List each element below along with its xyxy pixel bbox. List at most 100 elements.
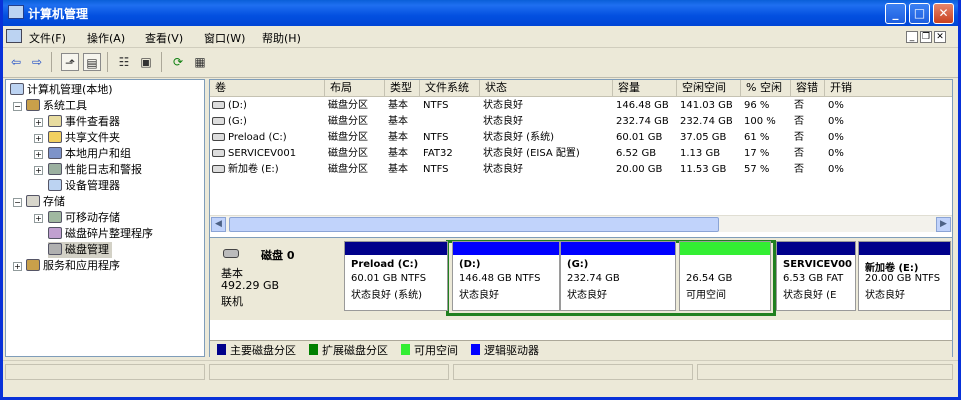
legend-primary-partition: 主要磁盘分区 (217, 344, 296, 357)
cell-overhead: 0% (828, 132, 844, 143)
maximize-button[interactable]: □ (909, 3, 930, 24)
partition-d[interactable]: (D:) 146.48 GB NTFS 状态良好 (452, 241, 560, 311)
status-segment (5, 364, 205, 380)
partition-status: 状态良好 (系统) (351, 290, 422, 301)
table-row[interactable]: (G:) 磁盘分区 基本 状态良好 232.74 GB 232.74 GB 100 % 否 0% (210, 114, 952, 130)
column-header-capacity[interactable]: 容量 (613, 80, 677, 97)
cell-volume: 新加卷 (E:) (210, 162, 325, 178)
column-header-filesystem[interactable]: 文件系统 (420, 80, 480, 97)
expand-local-users-icon[interactable]: + (34, 150, 43, 159)
table-row[interactable]: 新加卷 (E:) 磁盘分区 基本 NTFS 状态良好 20.00 GB 11.53 GB 57… (210, 162, 952, 178)
show-hide-tree-icon[interactable]: ▤ (83, 53, 101, 71)
title-bar[interactable]: 计算机管理 _ □ ✕ (3, 0, 958, 26)
partition-color-bar (777, 242, 855, 255)
performance-icon (48, 163, 62, 175)
mdi-minimize-button[interactable]: _ (906, 31, 918, 43)
up-folder-icon[interactable]: ⬏ (61, 53, 79, 71)
menu-help[interactable]: 帮助(H) (262, 30, 301, 46)
menu-action[interactable]: 操作(A) (87, 30, 125, 46)
status-segment (209, 364, 449, 380)
expand-perf-logs-icon[interactable]: + (34, 166, 43, 175)
column-header-free-space[interactable]: 空闲空间 (677, 80, 741, 97)
status-segment (453, 364, 693, 380)
horizontal-scrollbar[interactable]: ◀ ▶ (210, 215, 952, 232)
column-header-status[interactable]: 状态 (480, 80, 613, 97)
storage-icon (26, 195, 40, 207)
partition-g[interactable]: (G:) 232.74 GB 状态良好 (560, 241, 676, 311)
tree-item-defrag[interactable]: 磁盘碎片整理程序 (48, 226, 153, 242)
scroll-right-button[interactable]: ▶ (936, 217, 951, 232)
scroll-left-button[interactable]: ◀ (211, 217, 226, 232)
device-manager-icon (48, 179, 62, 191)
removable-storage-icon (48, 211, 62, 223)
cell-type: 基本 (388, 132, 408, 143)
tree-item-root[interactable]: 计算机管理(本地) (10, 82, 113, 98)
expand-shared-folders-icon[interactable]: + (34, 134, 43, 143)
forward-arrow-icon[interactable]: ⇨ (28, 53, 46, 71)
cell-filesystem: NTFS (423, 164, 449, 175)
back-arrow-icon[interactable]: ⇦ (7, 53, 25, 71)
table-row[interactable]: SERVICEV001 磁盘分区 基本 FAT32 状态良好 (EISA 配置) 6.52… (210, 146, 952, 162)
partition-name: 新加卷 (E:) (865, 263, 919, 274)
scroll-thumb[interactable] (229, 217, 719, 232)
column-header-percent-free[interactable]: % 空闲 (741, 80, 791, 97)
expand-services-icon[interactable]: + (13, 262, 22, 271)
partition-e[interactable]: 新加卷 (E:) 20.00 GB NTFS 状态良好 (858, 241, 951, 311)
tree-item-disk-management[interactable]: 磁盘管理 (48, 242, 112, 258)
cell-status: 状态良好 (EISA 配置) (483, 148, 580, 159)
partition-status: 状态良好 (459, 290, 499, 301)
cell-filesystem: FAT32 (423, 148, 453, 159)
volume-list-header: 卷 布局 类型 文件系统 状态 容量 空闲空间 % 空闲 容错 开销 (210, 80, 952, 97)
tree-item-shared-folders[interactable]: 共享文件夹 (48, 130, 120, 146)
column-header-fault-tolerance[interactable]: 容错 (791, 80, 825, 97)
menu-view[interactable]: 查看(V) (145, 30, 183, 46)
mdi-restore-button[interactable]: ❐ (920, 31, 932, 43)
legend-swatch (309, 344, 318, 355)
partition-size: 146.48 GB NTFS (459, 273, 541, 284)
cell-type: 基本 (388, 100, 408, 111)
tree-item-event-viewer[interactable]: 事件查看器 (48, 114, 120, 130)
cell-fault-tolerance: 否 (794, 164, 804, 175)
minimize-button[interactable]: _ (885, 3, 906, 24)
tree-item-services-apps[interactable]: 服务和应用程序 (26, 258, 120, 274)
column-header-layout[interactable]: 布局 (325, 80, 385, 97)
tree-item-removable-storage[interactable]: 可移动存储 (48, 210, 120, 226)
column-header-type[interactable]: 类型 (385, 80, 420, 97)
toolbar-separator (51, 52, 52, 72)
menu-window[interactable]: 窗口(W) (204, 30, 245, 46)
tree-item-system-tools[interactable]: 系统工具 (26, 98, 87, 114)
help-icon[interactable]: ▣ (137, 53, 155, 71)
close-button[interactable]: ✕ (933, 3, 954, 24)
expand-removable-storage-icon[interactable]: + (34, 214, 43, 223)
partition-servicev001[interactable]: SERVICEV00 6.53 GB FAT 状态良好 (E (776, 241, 856, 311)
tree-item-device-manager[interactable]: 设备管理器 (48, 178, 120, 194)
expand-event-viewer-icon[interactable]: + (34, 118, 43, 127)
tree-item-perf-logs[interactable]: 性能日志和警报 (48, 162, 142, 178)
table-row[interactable]: Preload (C:) 磁盘分区 基本 NTFS 状态良好 (系统) 60.01 GB 3… (210, 130, 952, 146)
volume-drive-icon (212, 165, 225, 173)
collapse-system-tools-icon[interactable]: − (13, 102, 22, 111)
mdi-close-button[interactable]: ✕ (934, 31, 946, 43)
properties-icon[interactable]: ☷ (115, 53, 133, 71)
cell-filesystem: NTFS (423, 132, 449, 143)
disk-0-info[interactable]: 磁盘 0 基本 492.29 GB 联机 (213, 241, 343, 318)
table-row[interactable]: (D:) 磁盘分区 基本 NTFS 状态良好 146.48 GB 141.03 GB 96 %… (210, 98, 952, 114)
cell-type: 基本 (388, 116, 408, 127)
tree-item-local-users[interactable]: 本地用户和组 (48, 146, 131, 162)
cell-free-space: 11.53 GB (680, 164, 727, 175)
column-header-overhead[interactable]: 开销 (825, 80, 952, 97)
export-list-icon[interactable]: ▦ (191, 53, 209, 71)
cell-percent-free: 100 % (744, 116, 776, 127)
menu-file[interactable]: 文件(F) (29, 30, 66, 46)
column-header-volume[interactable]: 卷 (210, 80, 325, 97)
details-pane: 卷 布局 类型 文件系统 状态 容量 空闲空间 % 空闲 容错 开销 (D:) 磁… (209, 79, 953, 357)
collapse-storage-icon[interactable]: − (13, 198, 22, 207)
refresh-icon[interactable]: ⟳ (169, 53, 187, 71)
computer-icon (10, 83, 24, 95)
app-menu-icon[interactable] (6, 29, 22, 43)
cell-overhead: 0% (828, 164, 844, 175)
cell-type: 基本 (388, 148, 408, 159)
tree-item-storage[interactable]: 存储 (26, 194, 65, 210)
partition-free-space[interactable]: 26.54 GB 可用空间 (679, 241, 771, 311)
partition-c[interactable]: Preload (C:) 60.01 GB NTFS 状态良好 (系统) (344, 241, 448, 311)
